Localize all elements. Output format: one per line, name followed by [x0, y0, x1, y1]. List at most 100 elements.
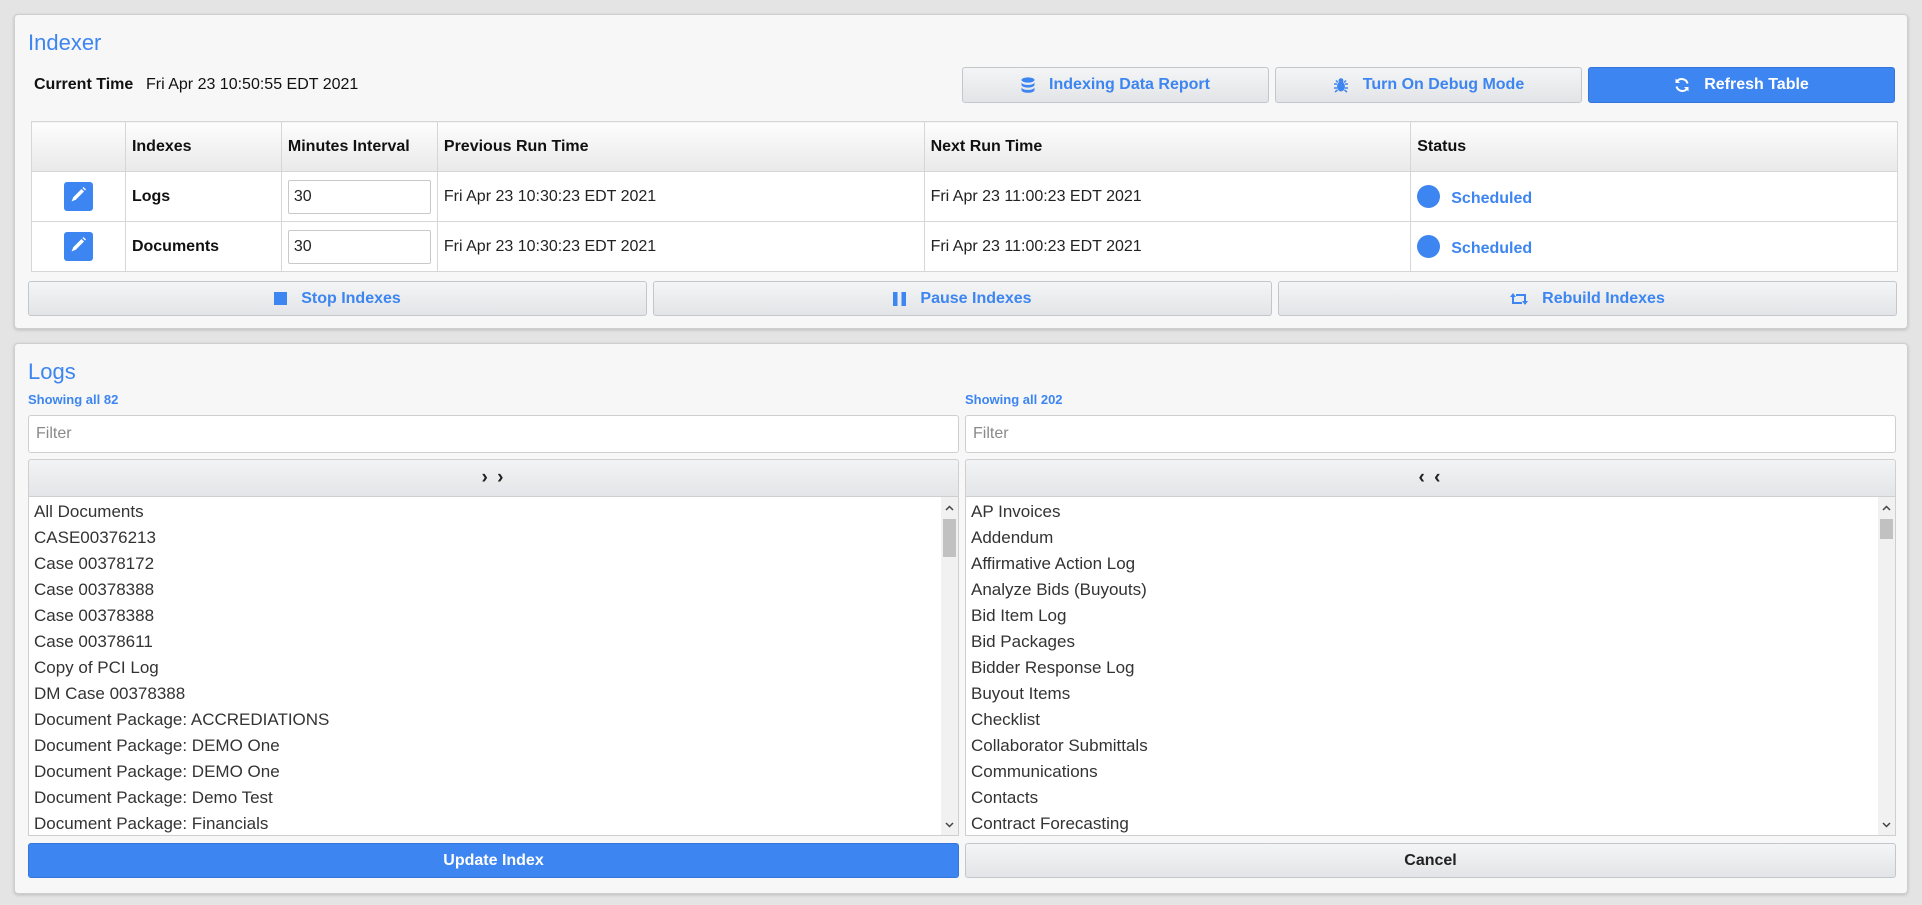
left-scroll-thumb[interactable]	[943, 519, 956, 557]
refresh-icon	[1674, 77, 1690, 93]
update-index-button[interactable]: Update Index	[28, 843, 959, 878]
table-header-row: Indexes Minutes Interval Previous Run Ti…	[31, 121, 1898, 172]
header-previous-run-time: Previous Run Time	[436, 121, 925, 172]
left-showing-count: Showing all 82	[28, 392, 119, 407]
indexing-data-report-label: Indexing Data Report	[1049, 76, 1210, 93]
bug-icon	[1333, 77, 1349, 93]
index-name: Documents	[124, 221, 282, 272]
pause-indexes-label: Pause Indexes	[920, 289, 1032, 307]
right-scrollbar[interactable]	[1878, 497, 1895, 835]
refresh-table-label: Refresh Table	[1704, 76, 1809, 93]
database-icon	[1021, 76, 1035, 94]
pencil-icon	[70, 186, 87, 208]
indexer-title: Indexer	[28, 30, 102, 55]
list-item[interactable]: Document Package: Demo Test	[29, 785, 941, 811]
header-next-run-time: Next Run Time	[923, 121, 1412, 172]
scroll-up-icon[interactable]	[941, 499, 958, 516]
pause-indexes-button[interactable]: Pause Indexes	[653, 281, 1272, 316]
logs-title: Logs	[28, 359, 76, 384]
list-item[interactable]: Document Package: DEMO One	[29, 733, 941, 759]
next-run-time: Fri Apr 23 11:00:23 EDT 2021	[923, 221, 1412, 272]
table-row: Logs Fri Apr 23 10:30:23 EDT 2021 Fri Ap…	[31, 171, 1898, 222]
list-item[interactable]: Document Package: ACCREDIATIONS	[29, 707, 941, 733]
indexes-table: Indexes Minutes Interval Previous Run Ti…	[31, 121, 1898, 272]
indexing-data-report-button[interactable]: Indexing Data Report	[962, 67, 1269, 103]
list-item[interactable]: Checklist	[966, 707, 1878, 733]
cancel-label: Cancel	[1404, 851, 1457, 869]
list-item[interactable]: CASE00376213	[29, 525, 941, 551]
list-item[interactable]: Affirmative Action Log	[966, 551, 1878, 577]
list-item[interactable]: Copy of PCI Log	[29, 655, 941, 681]
edit-cell	[31, 221, 126, 272]
scroll-up-icon[interactable]	[1878, 499, 1895, 516]
current-time-label: Current Time	[34, 76, 134, 93]
right-filter-input[interactable]	[965, 415, 1896, 453]
header-minutes-interval: Minutes Interval	[280, 121, 438, 172]
logs-interval-input[interactable]	[287, 179, 431, 214]
interval-cell	[280, 171, 438, 222]
left-scrollbar[interactable]	[941, 497, 958, 835]
stop-indexes-button[interactable]: Stop Indexes	[28, 281, 647, 316]
cancel-button[interactable]: Cancel	[965, 843, 1896, 878]
pause-icon	[893, 291, 907, 306]
documents-interval-input[interactable]	[287, 229, 431, 264]
debug-mode-label: Turn On Debug Mode	[1362, 76, 1525, 93]
debug-mode-button[interactable]: Turn On Debug Mode	[1275, 67, 1582, 103]
previous-run-time: Fri Apr 23 10:30:23 EDT 2021	[436, 221, 925, 272]
list-item[interactable]: Case 00378172	[29, 551, 941, 577]
list-item[interactable]: AP Invoices	[966, 499, 1878, 525]
chevron-double-right-icon: › ›	[481, 467, 506, 488]
list-item[interactable]: Document Package: DEMO One	[29, 759, 941, 785]
status-badge[interactable]: Scheduled	[1451, 240, 1532, 258]
list-item[interactable]: Bid Item Log	[966, 603, 1878, 629]
left-filter-input[interactable]	[28, 415, 959, 453]
table-row: Documents Fri Apr 23 10:30:23 EDT 2021 F…	[31, 221, 1898, 272]
right-list[interactable]: AP Invoices Addendum Affirmative Action Lo…	[965, 497, 1896, 836]
retweet-icon	[1510, 292, 1529, 306]
list-item[interactable]: Case 00378388	[29, 577, 941, 603]
logs-panel: Logs Showing all 82 › › All DocumentsCAS…	[14, 343, 1908, 894]
header-status: Status	[1410, 121, 1898, 172]
list-item[interactable]: Contacts	[966, 785, 1878, 811]
scroll-down-icon[interactable]	[1878, 816, 1895, 833]
list-item[interactable]: DM Case 00378388	[29, 681, 941, 707]
right-scroll-thumb[interactable]	[1880, 519, 1893, 539]
list-item[interactable]: Bid Packages	[966, 629, 1878, 655]
move-right-button[interactable]: › ›	[28, 459, 959, 497]
edit-cell	[31, 171, 126, 222]
status-badge[interactable]: Scheduled	[1451, 190, 1532, 208]
right-list-items: AP Invoices Addendum Affirmative Action Lo…	[966, 497, 1878, 835]
list-item[interactable]: Buyout Items	[966, 681, 1878, 707]
scroll-down-icon[interactable]	[941, 816, 958, 833]
rebuild-indexes-button[interactable]: Rebuild Indexes	[1278, 281, 1897, 316]
previous-run-time: Fri Apr 23 10:30:23 EDT 2021	[436, 171, 925, 222]
list-item[interactable]: Case 00378611	[29, 629, 941, 655]
move-left-button[interactable]: ‹ ‹	[965, 459, 1896, 497]
list-item[interactable]: Contract Forecasting	[966, 811, 1878, 835]
list-item[interactable]: All Documents	[29, 499, 941, 525]
list-item[interactable]: Bidder Response Log	[966, 655, 1878, 681]
left-list-items: All Documents CASE00376213 Case 00378172 Ca…	[29, 497, 941, 835]
edit-logs-button[interactable]	[63, 182, 93, 211]
current-time-value: Fri Apr 23 10:50:55 EDT 2021	[146, 76, 359, 93]
refresh-table-button[interactable]: Refresh Table	[1588, 67, 1895, 103]
list-item[interactable]: Collaborator Submittals	[966, 733, 1878, 759]
status-cell: Scheduled	[1410, 171, 1898, 222]
list-item[interactable]: Communications	[966, 759, 1878, 785]
list-item[interactable]: Case 00378388	[29, 603, 941, 629]
header-edit	[31, 121, 126, 172]
right-showing-count: Showing all 202	[965, 392, 1063, 407]
update-index-label: Update Index	[443, 851, 544, 869]
interval-cell	[280, 221, 438, 272]
stop-icon	[274, 292, 288, 305]
left-list[interactable]: All Documents CASE00376213 Case 00378172 Ca…	[28, 497, 959, 836]
pencil-icon	[70, 236, 87, 258]
list-item[interactable]: Addendum	[966, 525, 1878, 551]
list-item[interactable]: Analyze Bids (Buyouts)	[966, 577, 1878, 603]
list-item[interactable]: Document Package: Financials	[29, 811, 941, 835]
stop-indexes-label: Stop Indexes	[301, 289, 401, 307]
status-dot-icon	[1417, 185, 1441, 208]
rebuild-indexes-label: Rebuild Indexes	[1542, 289, 1665, 307]
status-cell: Scheduled	[1410, 221, 1898, 272]
edit-documents-button[interactable]	[63, 232, 93, 261]
